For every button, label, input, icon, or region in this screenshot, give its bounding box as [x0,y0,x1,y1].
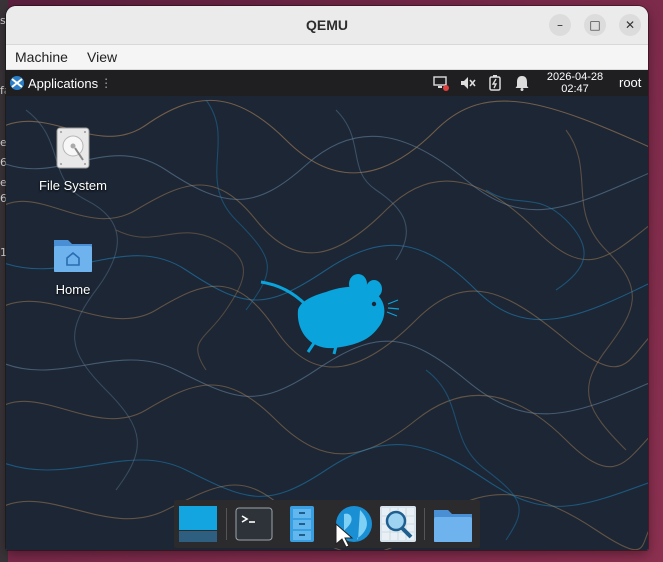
magnifier-icon [380,506,416,542]
xfce-mouse-logo [260,274,400,355]
globe-icon [335,506,372,548]
clock-time: 02:47 [561,83,589,95]
show-desktop-icon [179,506,217,542]
window-titlebar[interactable]: QEMU – □ ✕ [6,6,648,45]
panel-separator: ⋮ [100,76,113,90]
panel-clock[interactable]: 2026-04-28 02:47 [540,71,610,95]
volume-muted-icon[interactable] [459,74,477,92]
clock-date: 2026-04-28 [546,71,604,83]
menubar: Machine View [6,45,648,70]
maximize-button[interactable]: □ [584,14,606,36]
dock-separator [226,508,227,540]
minimize-button[interactable]: – [549,14,571,36]
desktop-icon-label: Home [55,282,91,297]
maximize-icon: □ [589,18,601,32]
close-button[interactable]: ✕ [619,14,641,36]
top-panel: Applications ⋮ 2026-04-28 02:47 root [6,70,648,96]
user-menu[interactable]: root [619,70,641,96]
applications-menu-button[interactable]: Applications ⋮ [9,72,112,94]
battery-charging-icon[interactable] [486,74,504,92]
close-icon: ✕ [624,18,636,32]
dock-terminal[interactable] [234,504,274,544]
home-folder-icon [54,240,92,272]
vm-screen[interactable]: Applications ⋮ 2026-04-28 02:47 root Fil… [6,70,648,550]
desktop-icon-label: File System [39,178,107,193]
file-cabinet-icon [290,506,314,542]
notification-bell-icon[interactable] [513,74,531,92]
qemu-window: QEMU – □ ✕ Machine View Applications ⋮ 2… [6,6,648,550]
minimize-icon: – [557,18,563,32]
network-icon[interactable] [432,74,450,92]
menu-view[interactable]: View [87,45,117,69]
dock-show-desktop[interactable] [178,504,218,544]
applications-label: Applications [28,75,99,91]
drive-harddisk-icon [56,127,90,169]
dock-web-browser[interactable] [330,504,372,548]
desktop-icon-file-system[interactable]: File System [18,126,128,193]
dock [174,500,480,548]
dock-app-finder[interactable] [378,504,418,544]
terminal-icon [235,507,273,541]
dock-file-manager[interactable] [282,504,322,544]
dock-folder[interactable] [432,504,472,544]
desktop-icon-home[interactable]: Home [18,234,128,297]
dock-separator [424,508,425,540]
menu-machine[interactable]: Machine [15,45,68,69]
folder-icon [434,510,472,542]
xfce-logo-icon [10,76,24,90]
